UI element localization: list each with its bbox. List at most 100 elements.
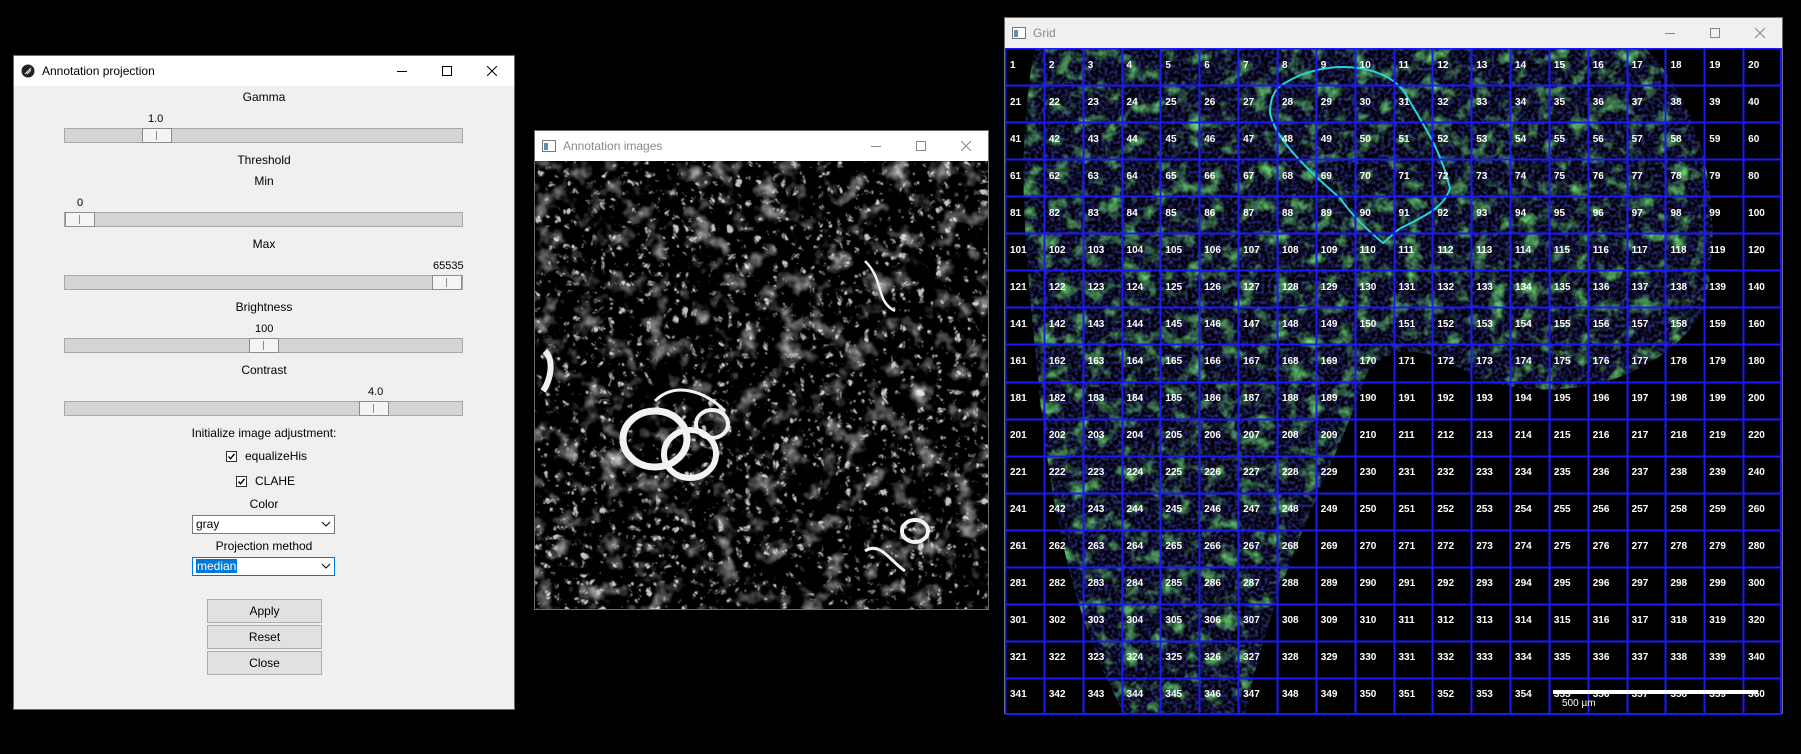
contrast-slider-thumb[interactable] [358,401,389,416]
grid-cell-number: 8 [1281,59,1288,71]
maximize-button[interactable] [424,56,469,86]
grid-cell-number: 296 [1592,578,1610,590]
grid-cell-number: 247 [1243,504,1260,516]
max-slider-thumb[interactable] [432,275,462,290]
grid-cell-number: 15 [1553,59,1566,71]
grid-cell-number: 356 [1592,689,1610,701]
grid-cell-number: 294 [1515,578,1532,590]
grid-cell-number: 107 [1243,244,1260,256]
min-slider[interactable] [64,212,463,227]
grid-cell-number: 160 [1748,318,1765,330]
grid-cell-number: 354 [1515,689,1532,701]
grid-cell-number: 295 [1553,578,1571,590]
grid-cell-number: 169 [1320,355,1338,367]
grid-cell-number: 301 [1010,615,1027,627]
grid-cell-number: 212 [1437,430,1455,442]
grid-cell-number: 100 [1748,207,1765,219]
grid-titlebar[interactable]: Grid [1005,18,1782,48]
initialize-adjustment-label: Initialize image adjustment: [191,426,337,440]
grid-cell-number: 186 [1204,393,1221,405]
brightness-slider[interactable] [64,338,463,353]
grid-cell-number: 275 [1553,541,1571,553]
grid-cell-number: 4 [1126,59,1133,71]
minimize-button[interactable] [853,131,898,161]
grid-cell-number: 353 [1476,689,1493,701]
grid-cell-number: 328 [1281,652,1299,664]
annotation-images-window: Annotation images [534,130,989,610]
grid-cell-number: 236 [1592,467,1610,479]
minimize-button[interactable] [1647,18,1692,48]
close-window-button[interactable] [943,131,988,161]
grid-cell-number: 71 [1398,170,1410,182]
contrast-value: 4.0 [368,386,384,398]
grid-cell-number: 207 [1243,430,1260,442]
grid-image-area[interactable]: 500 µm 1 2 3 4 5 6 7 8 9 10 11 12 13 14 15 16 17 18 19 20 21… [1005,48,1782,715]
maximize-button[interactable] [898,131,943,161]
grid-cell-number: 40 [1748,96,1760,108]
grid-cell-number: 245 [1165,504,1183,516]
grid-cell-number: 324 [1126,652,1144,664]
grid-cell-number: 241 [1010,504,1027,516]
grid-cell-number: 103 [1087,244,1105,256]
grid-cell-number: 118 [1670,244,1687,256]
grid-cell-number: 112 [1437,244,1454,256]
grid-cell-number: 210 [1359,430,1377,442]
gamma-label: Gamma [242,90,286,104]
grid-cell-number: 249 [1320,504,1338,516]
grid-cell-number: 116 [1592,244,1609,256]
grid-cell-number: 172 [1437,355,1455,367]
grid-cell-number: 218 [1670,430,1688,442]
grid-cell-number: 268 [1281,541,1299,553]
grid-cell-number: 111 [1398,244,1415,256]
grid-cell-number: 24 [1126,96,1138,108]
color-select[interactable]: gray [192,515,335,534]
brightness-slider-thumb[interactable] [248,338,279,353]
grid-cell-number: 125 [1165,281,1183,293]
projection-titlebar[interactable]: Annotation projection [14,56,514,86]
reset-button[interactable]: Reset [207,625,322,649]
grid-cell-number: 141 [1010,318,1027,330]
close-button[interactable]: Close [207,651,322,675]
grid-cell-number: 201 [1010,430,1027,442]
equalize-checkbox-row[interactable]: equalizeHis [226,449,307,463]
gamma-slider[interactable] [64,128,463,143]
clahe-checkbox-row[interactable]: CLAHE [236,474,295,488]
grid-cell-number: 331 [1398,652,1416,664]
grid-cell-number: 179 [1709,355,1726,367]
grid-cell-number: 292 [1437,578,1455,590]
grid-cell-number: 199 [1709,393,1726,405]
grid-window: Grid 500 µm 1 2 3 4 5 6 7 8 9 10 11 12 1… [1004,17,1783,715]
max-slider[interactable] [64,275,463,290]
grid-cell-number: 9 [1320,59,1327,71]
equalize-checkbox[interactable] [226,450,237,462]
close-window-button[interactable] [469,56,514,86]
grid-cell-number: 122 [1048,281,1066,293]
minimize-button[interactable] [379,56,424,86]
grid-cell-number: 134 [1515,281,1532,293]
gamma-slider-thumb[interactable] [142,128,173,143]
projection-method-select[interactable]: median [192,557,335,576]
close-window-button[interactable] [1737,18,1782,48]
apply-button[interactable]: Apply [207,599,322,623]
grid-cell-number: 343 [1087,689,1105,701]
grid-cell-number: 61 [1010,170,1022,182]
grid-cell-number: 145 [1165,318,1183,330]
grid-cell-number: 227 [1243,467,1260,479]
grid-cell-number: 130 [1359,281,1377,293]
images-titlebar[interactable]: Annotation images [535,131,988,161]
grid-cell-number: 108 [1281,244,1299,256]
contrast-slider[interactable] [64,401,463,416]
grid-cell-number: 355 [1553,689,1571,701]
grid-cell-number: 344 [1126,689,1144,701]
clahe-checkbox[interactable] [236,475,247,487]
grid-cell-number: 144 [1126,318,1144,330]
grid-cell-number: 73 [1476,170,1488,182]
grid-cell-number: 291 [1398,578,1416,590]
maximize-button[interactable] [1692,18,1737,48]
grid-cell-number: 277 [1631,541,1649,553]
grid-cell-number: 255 [1553,504,1571,516]
grid-cell-number: 162 [1048,355,1066,367]
grid-cell-number: 320 [1748,615,1765,627]
min-slider-thumb[interactable] [65,212,95,227]
grid-cell-number: 282 [1048,578,1066,590]
